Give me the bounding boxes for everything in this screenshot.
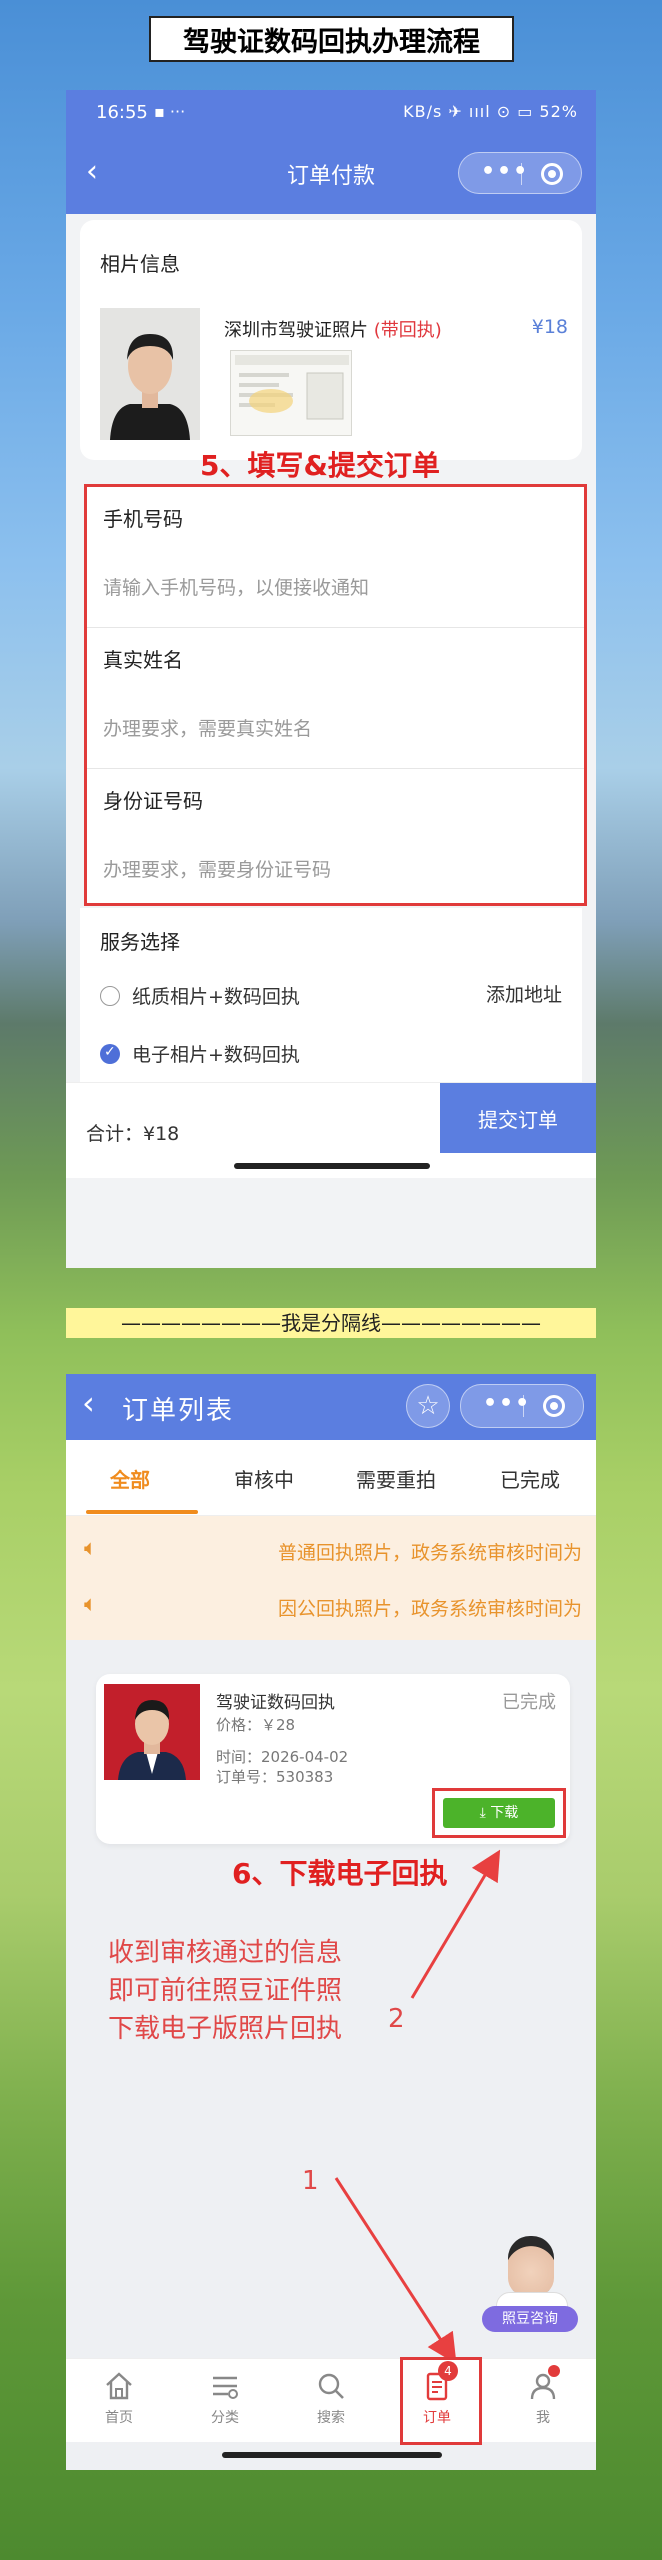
agent-face — [508, 2236, 554, 2296]
tabbar-me-label: 我 — [536, 2410, 550, 2426]
receipt-illustration — [235, 355, 349, 420]
tabbar-home-label: 首页 — [105, 2410, 133, 2426]
status-bar: 16:55 ▪ ··· KB/s ✈ ıııl ⊙ ▭ 52% — [66, 90, 596, 134]
arrow-label-1: 1 — [302, 2166, 319, 2196]
home-indicator — [222, 2452, 442, 2458]
consult-chip[interactable]: 照豆咨询 — [482, 2306, 578, 2332]
product-price: ¥18 — [531, 316, 568, 338]
category-icon — [208, 2369, 242, 2403]
photo-info-label: 相片信息 — [100, 252, 180, 276]
arrow-label-2: 2 — [388, 2004, 405, 2034]
real-name-field: 真实姓名 办理要求，需要真实姓名 — [87, 628, 584, 769]
tabbar-category[interactable]: 分类 — [172, 2369, 278, 2427]
home-icon — [102, 2369, 136, 2403]
product-name: 深圳市驾驶证照片 — [224, 320, 368, 341]
phone-number-input[interactable]: 请输入手机号码，以便接收通知 — [103, 573, 369, 600]
phone-number-label: 手机号码 — [103, 507, 183, 531]
customer-service-avatar[interactable]: 照豆咨询 — [482, 2236, 580, 2336]
id-number-field: 身份证号码 办理要求，需要身份证号码 — [87, 769, 584, 910]
product-tag: (带回执) — [373, 320, 442, 341]
id-number-input[interactable]: 办理要求，需要身份证号码 — [103, 855, 331, 882]
photo-info-card: 相片信息 深圳市驾驶证照片 (带回执) ¥18 — [80, 220, 582, 460]
tabbar-search-label: 搜索 — [317, 2410, 345, 2426]
step5-callout: 5、填写&提交订单 — [200, 449, 440, 482]
product-title: 深圳市驾驶证照片 (带回执) — [224, 316, 442, 342]
real-name-input[interactable]: 办理要求，需要真实姓名 — [103, 714, 312, 741]
page-title-banner: 驾驶证数码回执办理流程 — [149, 16, 514, 62]
nav-bar: ‹ 订单付款 ••• — [66, 134, 596, 214]
order-list-screen: ‹ 订单列表 ☆ ••• 全部 审核中 需要重拍 已完成 🔈︎ 普通回执照片，政… — [66, 1374, 596, 2470]
tabbar-search[interactable]: 搜索 — [278, 2369, 384, 2427]
close-target-icon[interactable] — [541, 163, 563, 185]
tabbar-home[interactable]: 首页 — [66, 2369, 172, 2427]
tabbar-category-label: 分类 — [211, 2410, 239, 2426]
notification-icons: ▪ ··· — [154, 102, 186, 121]
section-divider: ————————我是分隔线———————— — [66, 1308, 596, 1338]
arrow-to-order-tab — [334, 2177, 457, 2365]
portrait-photo — [100, 308, 200, 440]
capsule-divider — [521, 163, 522, 185]
search-icon — [314, 2369, 348, 2403]
status-time: 16:55 — [96, 102, 148, 123]
new-dot-badge — [548, 2365, 560, 2377]
orders-tab-highlight-box — [400, 2357, 482, 2445]
tabbar-me[interactable]: 我 — [490, 2365, 596, 2427]
real-name-label: 真实姓名 — [103, 648, 183, 672]
receipt-document-thumbnail — [230, 350, 352, 436]
id-number-label: 身份证号码 — [103, 789, 203, 813]
status-indicators: KB/s ✈ ıııl ⊙ ▭ 52% — [403, 102, 578, 121]
mini-program-capsule: ••• — [458, 152, 582, 194]
customer-info-form: 手机号码 请输入手机号码，以便接收通知 真实姓名 办理要求，需要真实姓名 身份证… — [84, 484, 587, 906]
phone-number-field: 手机号码 请输入手机号码，以便接收通知 — [87, 487, 584, 628]
arrow-to-download — [410, 1849, 501, 1999]
user-icon — [526, 2365, 560, 2403]
bottom-tab-bar: 首页 分类 搜索 4 订单 我 — [66, 2357, 596, 2445]
portrait-illustration — [100, 308, 200, 440]
